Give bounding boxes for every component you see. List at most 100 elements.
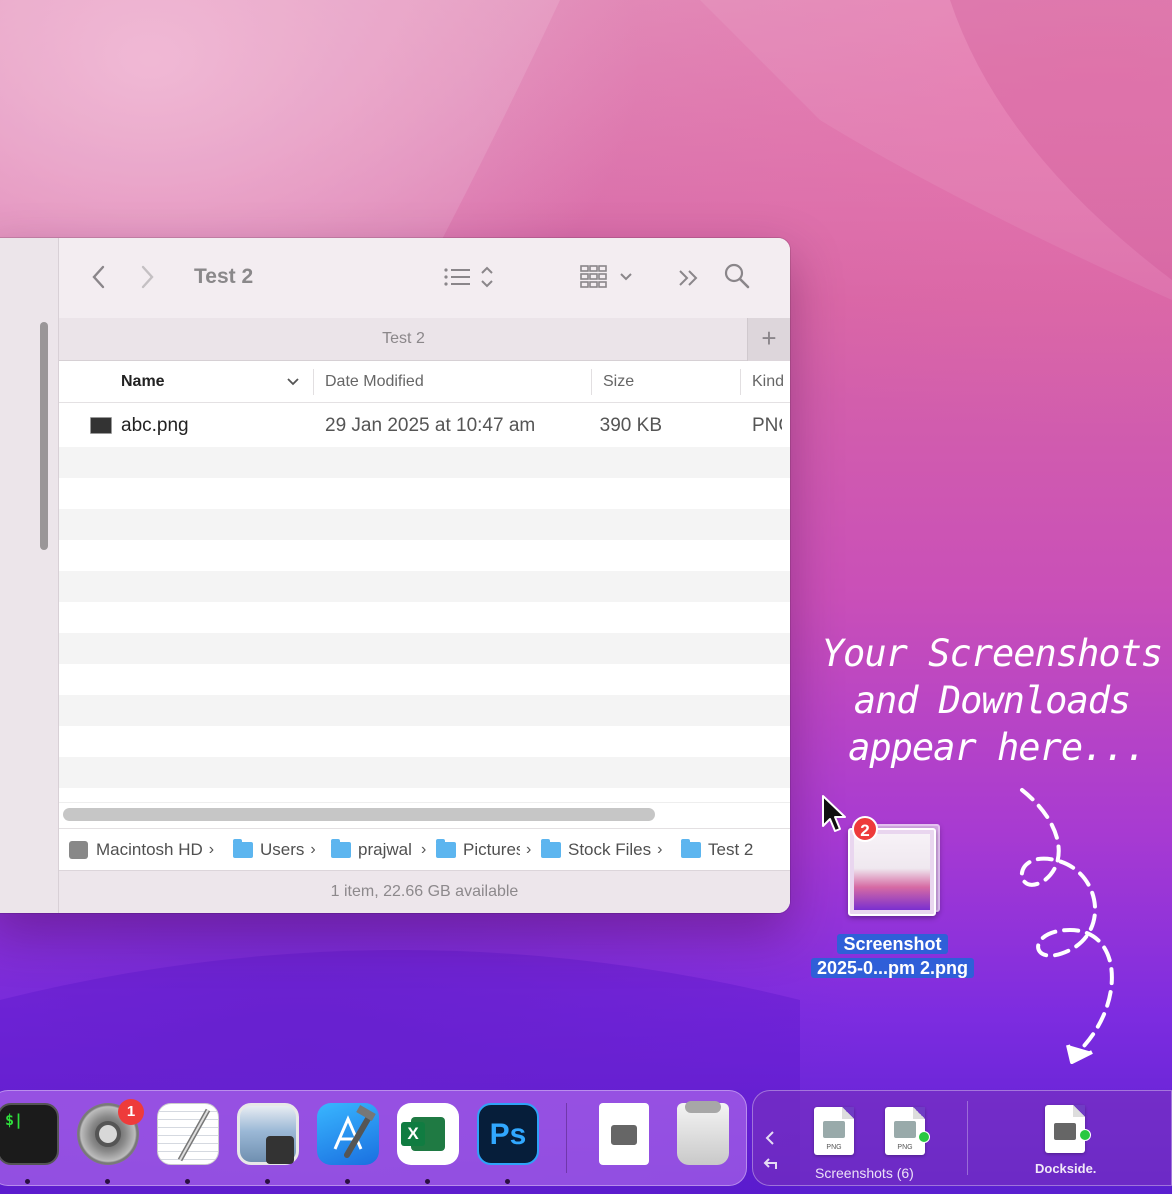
annotation-line: and Downloads (853, 679, 1132, 722)
dock-app-photoshop[interactable]: Ps (477, 1103, 539, 1165)
group-view-icon[interactable] (579, 262, 639, 292)
finder-toolbar: Test 2 (59, 238, 790, 318)
dockside-app-icon[interactable] (1045, 1105, 1085, 1153)
empty-row (59, 602, 790, 633)
running-indicator (265, 1179, 270, 1184)
folder-icon (541, 839, 561, 858)
textedit-icon (177, 1108, 211, 1162)
search-icon[interactable] (723, 262, 751, 290)
finder-window: Test 2 Test 2 + Name Date Modified Size … (0, 238, 790, 913)
table-row[interactable]: abc.png 29 Jan 2025 at 10:47 am 390 KB P… (59, 403, 790, 447)
list-view-icon[interactable] (442, 264, 504, 290)
terminal-icon: $| (5, 1111, 24, 1129)
finder-main: Test 2 Test 2 + Name Date Modified Size … (59, 238, 790, 913)
column-kind[interactable]: Kind (752, 373, 784, 391)
path-item-test-2[interactable]: Test 2 (681, 839, 753, 860)
empty-row (59, 633, 790, 664)
screenshot-file[interactable]: PNG (814, 1107, 854, 1155)
chevron-left-icon[interactable] (763, 1129, 777, 1147)
return-arrow-icon[interactable] (763, 1157, 779, 1171)
file-name: abc.png (121, 415, 189, 436)
path-bar: Macintosh HD › Users › prajwal › Pictures › … (59, 828, 790, 870)
dock-app-textedit[interactable] (157, 1103, 219, 1165)
hard-drive-icon (69, 841, 88, 859)
dock-app-preview[interactable] (237, 1103, 299, 1165)
notification-badge: 1 (118, 1099, 144, 1125)
empty-row (59, 478, 790, 509)
file-kind: PNG (752, 415, 782, 436)
tab-test-2[interactable]: Test 2 (59, 330, 748, 348)
dockside-panel: PNG PNG Screenshots (6) Dockside. (752, 1090, 1172, 1186)
dockside-divider (967, 1101, 968, 1175)
column-name[interactable]: Name (121, 373, 165, 391)
promo-annotation: Your Screenshots and Downloads appear he… (812, 630, 1172, 771)
column-divider[interactable] (740, 369, 741, 395)
dock-divider (566, 1103, 567, 1173)
dock-app-terminal[interactable]: $| (0, 1103, 59, 1165)
dock-downloads-stack[interactable] (599, 1103, 649, 1165)
running-indicator (105, 1179, 110, 1184)
new-tab-button[interactable]: + (747, 318, 790, 361)
column-size[interactable]: Size (603, 373, 634, 391)
path-item-users[interactable]: Users › (233, 839, 316, 860)
folder-icon (436, 839, 456, 858)
horizontal-scrollbar[interactable] (63, 808, 655, 821)
disk-image-icon (611, 1125, 637, 1145)
running-indicator (345, 1179, 350, 1184)
empty-row (59, 447, 790, 478)
gear-icon (95, 1121, 121, 1147)
screenshot-thumbnail (854, 834, 930, 910)
disk-image-icon (1054, 1123, 1076, 1140)
new-item-dot (918, 1131, 930, 1143)
horizontal-scroll-track (59, 802, 790, 803)
dock-app-xcode[interactable] (317, 1103, 379, 1165)
sort-chevron-icon[interactable] (286, 377, 300, 387)
empty-row (59, 695, 790, 726)
empty-row (59, 509, 790, 540)
annotation-line: Your Screenshots (821, 632, 1163, 675)
column-date-modified[interactable]: Date Modified (325, 373, 424, 391)
path-item-prajwal[interactable]: prajwal › (331, 839, 426, 860)
preview-icon (266, 1136, 294, 1164)
forward-icon[interactable] (137, 264, 157, 290)
xcode-icon (333, 1105, 376, 1158)
file-date-modified: 29 Jan 2025 at 10:47 am (325, 415, 536, 436)
window-title: Test 2 (194, 265, 254, 288)
file-list: abc.png 29 Jan 2025 at 10:47 am 390 KB P… (59, 403, 790, 803)
back-icon[interactable] (89, 264, 109, 290)
running-indicator (25, 1179, 30, 1184)
drag-count-badge: 2 (852, 816, 878, 842)
running-indicator (185, 1179, 190, 1184)
screenshots-stack-label[interactable]: Screenshots (6) (815, 1165, 914, 1181)
dock-app-excel[interactable]: X (397, 1103, 459, 1165)
empty-row (59, 571, 790, 602)
path-item-stock-files[interactable]: Stock Files › (541, 839, 662, 860)
column-header: Name Date Modified Size Kind (59, 361, 790, 403)
photoshop-icon: Ps (489, 1118, 527, 1151)
tab-bar: Test 2 + (59, 318, 790, 361)
path-item-pictures[interactable]: Pictures › (436, 839, 531, 860)
dockside-label: Dockside. (1035, 1161, 1097, 1176)
folder-icon (331, 839, 351, 858)
column-divider[interactable] (313, 369, 314, 395)
more-chevrons-icon[interactable] (677, 266, 701, 290)
annotation-line: appear here... (848, 726, 1147, 769)
dashed-arrow-icon (1019, 788, 1114, 1064)
finder-sidebar[interactable] (0, 238, 59, 913)
running-dot (1079, 1129, 1091, 1141)
screenshot-file[interactable]: PNG (885, 1107, 925, 1155)
dock: $| 1 X Ps (0, 1090, 747, 1186)
trash-icon (685, 1101, 721, 1113)
file-size: 390 KB (599, 415, 662, 436)
column-divider[interactable] (591, 369, 592, 395)
empty-row (59, 757, 790, 788)
empty-row (59, 664, 790, 695)
running-indicator (425, 1179, 430, 1184)
status-bar: 1 item, 22.66 GB available (59, 870, 790, 913)
path-item-macintosh-hd[interactable]: Macintosh HD › (69, 840, 214, 860)
dragged-file-label: Screenshot 2025-0...pm 2.png (800, 932, 985, 980)
dock-trash[interactable] (677, 1101, 729, 1165)
folder-icon (681, 839, 701, 858)
sidebar-scrollbar[interactable] (40, 322, 48, 550)
empty-row (59, 540, 790, 571)
